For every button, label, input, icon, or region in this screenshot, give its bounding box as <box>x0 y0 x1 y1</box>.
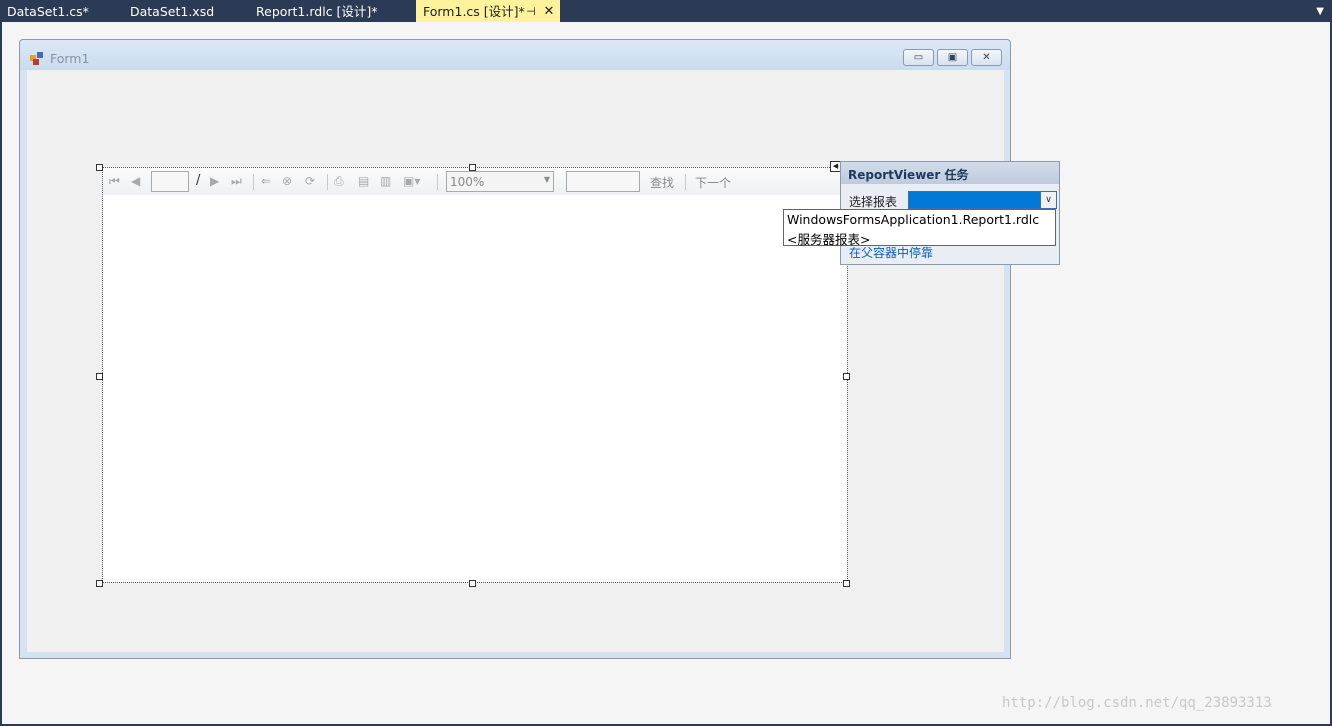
tab-form1-cs[interactable]: Form1.cs [设计]* ⊣ ✕ <box>416 0 560 22</box>
tab-report1-rdlc[interactable]: Report1.rdlc [设计]* <box>249 0 415 22</box>
report-viewer-toolbar: ⏮ ◀ / ▶ ⏭ ⇐ ⊗ ⟳ ⎙ ▤ ▥ ▣▾ 100% ▼ 查找 下一个 <box>103 168 847 195</box>
report-viewer[interactable]: ⏮ ◀ / ▶ ⏭ ⇐ ⊗ ⟳ ⎙ ▤ ▥ ▣▾ 100% ▼ 查找 下一个 <box>102 167 848 583</box>
find-next-button[interactable]: 下一个 <box>695 174 731 191</box>
tab-label: Report1.rdlc [设计]* <box>256 4 378 19</box>
resize-handle-bottom[interactable] <box>469 580 476 587</box>
close-button[interactable]: ✕ <box>971 49 1002 66</box>
form-icon <box>30 52 43 65</box>
choose-report-select[interactable]: ∨ <box>908 191 1057 209</box>
tab-label: Form1.cs [设计]* <box>423 4 525 19</box>
print-layout-icon[interactable]: ▤ <box>358 173 369 189</box>
toolbar-divider <box>253 174 254 190</box>
zoom-select[interactable]: 100% ▼ <box>446 171 554 192</box>
tasks-panel-header: ReportViewer 任务 <box>841 162 1059 184</box>
find-text-input[interactable] <box>566 171 640 192</box>
resize-handle-right[interactable] <box>843 373 850 380</box>
first-page-icon[interactable]: ⏮ <box>109 173 120 189</box>
tab-label: DataSet1.cs* <box>7 4 89 19</box>
close-icon: ✕ <box>982 51 991 63</box>
close-icon[interactable]: ✕ <box>542 0 556 22</box>
maximize-button[interactable]: ▣ <box>937 49 968 66</box>
stop-icon[interactable]: ⊗ <box>282 173 292 189</box>
resize-handle-top[interactable] <box>469 164 476 171</box>
previous-page-icon[interactable]: ◀ <box>131 173 140 189</box>
chevron-down-icon[interactable]: ∨ <box>1040 192 1056 208</box>
form-client-area: ⏮ ◀ / ▶ ⏭ ⇐ ⊗ ⟳ ⎙ ▤ ▥ ▣▾ 100% ▼ 查找 下一个 <box>27 70 1004 652</box>
toolbar-divider <box>685 174 686 190</box>
tab-dataset1-xsd[interactable]: DataSet1.xsd <box>123 0 249 22</box>
resize-handle-bottom-left[interactable] <box>96 580 103 587</box>
resize-handle-bottom-right[interactable] <box>843 580 850 587</box>
toolbar-divider <box>437 174 438 190</box>
designer-surface: Form1 ▭ ▣ ✕ ⏮ ◀ / ▶ ⏭ ⇐ ⊗ ⟳ ⎙ ▤ ▥ ▣▾ 100… <box>2 22 1330 724</box>
maximize-icon: ▣ <box>947 51 958 63</box>
export-icon[interactable]: ▣▾ <box>403 173 420 189</box>
form-titlebar: Form1 ▭ ▣ ✕ <box>20 40 1010 70</box>
toolbar-divider <box>327 174 328 190</box>
refresh-icon[interactable]: ⟳ <box>305 173 315 189</box>
current-page-input[interactable] <box>151 171 189 192</box>
back-icon[interactable]: ⇐ <box>261 173 271 189</box>
chevron-down-icon: ▼ <box>543 175 550 184</box>
last-page-icon[interactable]: ⏭ <box>231 173 242 189</box>
tab-dataset1-cs[interactable]: DataSet1.cs* <box>0 0 124 22</box>
page-separator: / <box>196 173 201 188</box>
print-icon[interactable]: ⎙ <box>334 173 344 189</box>
resize-handle-top-left[interactable] <box>96 164 103 171</box>
report-dropdown-list: WindowsFormsApplication1.Report1.rdlc <服… <box>783 209 1056 248</box>
find-button[interactable]: 查找 <box>650 174 674 191</box>
tab-label: DataSet1.xsd <box>130 4 215 19</box>
resize-handle-left[interactable] <box>96 373 103 380</box>
dropdown-option-report1[interactable]: WindowsFormsApplication1.Report1.rdlc <box>787 212 1039 227</box>
next-page-icon[interactable]: ▶ <box>210 173 219 189</box>
form-title: Form1 <box>50 51 90 66</box>
zoom-value: 100% <box>450 175 485 189</box>
document-tab-strip: DataSet1.cs* DataSet1.xsd Report1.rdlc [… <box>0 0 1332 22</box>
minimize-icon: ▭ <box>913 51 924 63</box>
tab-overflow-chevron-down-icon[interactable]: ▼ <box>1316 0 1324 22</box>
page-setup-icon[interactable]: ▥ <box>380 173 391 189</box>
tasks-panel-title: ReportViewer 任务 <box>848 168 969 182</box>
choose-report-label: 选择报表 <box>849 195 898 209</box>
watermark-text: http://blog.csdn.net/qq_23893313 <box>1002 695 1272 711</box>
form-window[interactable]: Form1 ▭ ▣ ✕ ⏮ ◀ / ▶ ⏭ ⇐ ⊗ ⟳ ⎙ ▤ ▥ ▣▾ 100… <box>19 39 1011 659</box>
pin-icon[interactable]: ⊣ <box>524 0 538 22</box>
dropdown-option-server-report[interactable]: <服务器报表> <box>787 229 870 248</box>
minimize-button[interactable]: ▭ <box>903 49 934 66</box>
